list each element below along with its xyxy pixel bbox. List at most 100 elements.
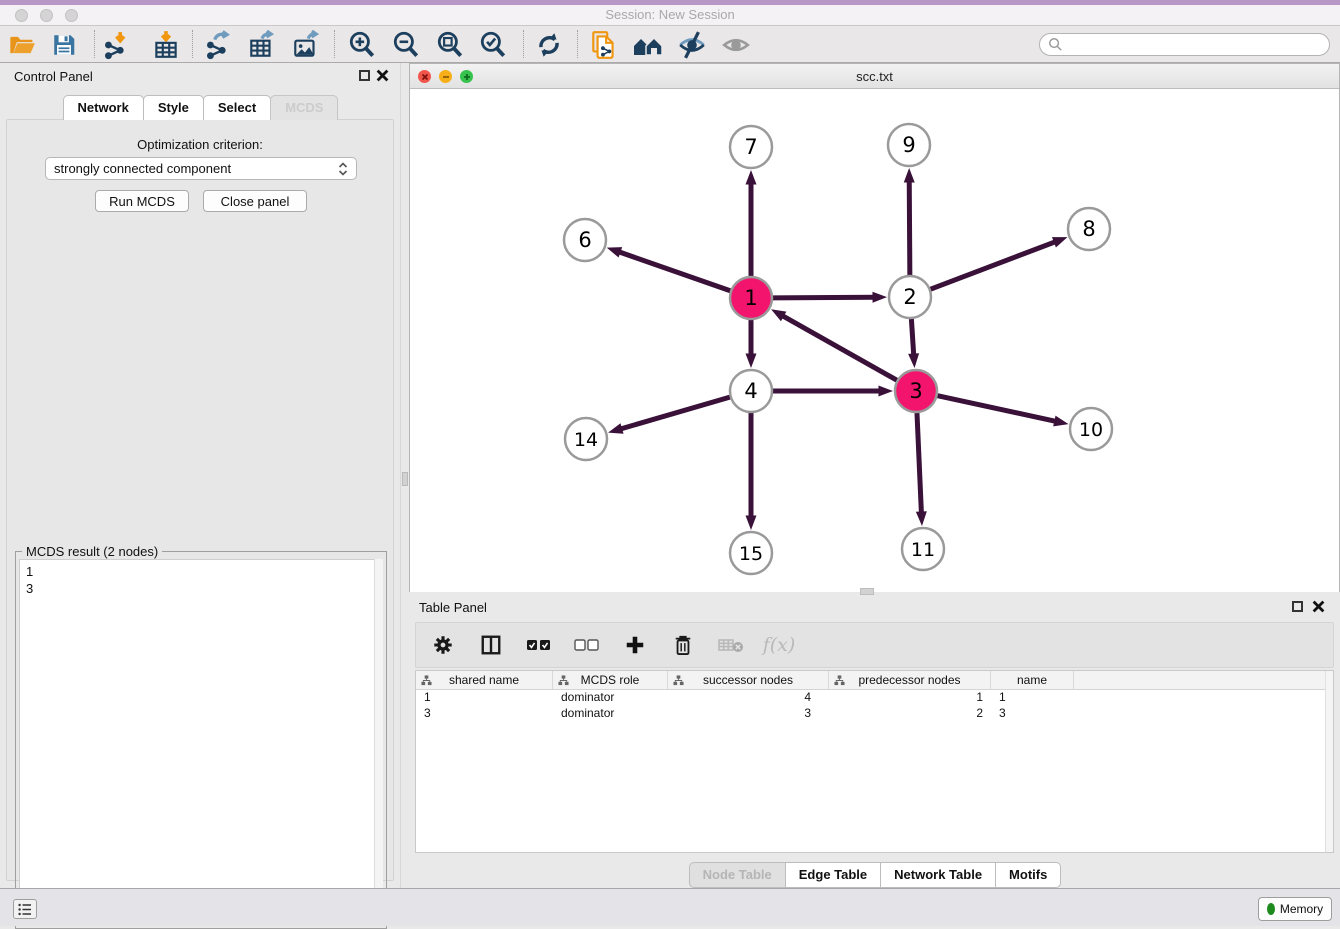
tab-network[interactable]: Network bbox=[63, 95, 144, 120]
graph-node-label: 14 bbox=[574, 429, 598, 451]
tab-mcds[interactable]: MCDS bbox=[270, 95, 338, 120]
zoom-fit-icon[interactable] bbox=[434, 29, 466, 61]
table-row[interactable]: 1dominator411 bbox=[416, 690, 1333, 706]
graph-node-label: 7 bbox=[744, 135, 757, 159]
graph-node-label: 8 bbox=[1082, 217, 1095, 241]
table-cell: 3 bbox=[668, 706, 829, 722]
window-title: Session: New Session bbox=[0, 7, 1340, 22]
graph-edge-2-8[interactable] bbox=[931, 241, 1057, 289]
select-all-columns-icon[interactable] bbox=[526, 632, 552, 658]
add-column-icon[interactable] bbox=[622, 632, 648, 658]
table-cell: 1 bbox=[829, 690, 991, 706]
search-box[interactable] bbox=[1039, 33, 1330, 56]
optimization-criterion-select[interactable]: strongly connected component bbox=[45, 157, 357, 180]
control-panel: Control Panel Network Style Select MCDS … bbox=[0, 63, 400, 888]
graph-edge-1-6[interactable] bbox=[618, 252, 730, 291]
zoom-selected-icon[interactable] bbox=[477, 29, 509, 61]
memory-button[interactable]: Memory bbox=[1258, 897, 1332, 921]
network-view-window: scc.txt 7968124314101511 bbox=[409, 63, 1340, 592]
network-window-title-bar[interactable]: scc.txt bbox=[410, 64, 1339, 89]
delete-column-icon[interactable] bbox=[670, 632, 696, 658]
export-image-icon[interactable] bbox=[290, 29, 322, 61]
import-network-icon[interactable] bbox=[101, 29, 133, 61]
export-network-icon[interactable] bbox=[203, 29, 235, 61]
show-log-console-button[interactable] bbox=[13, 899, 37, 919]
table-panel-title: Table Panel bbox=[419, 600, 487, 615]
table-panel-tabs: Node Table Edge Table Network Table Moti… bbox=[409, 862, 1340, 888]
control-panel-title: Control Panel bbox=[14, 69, 93, 84]
titlebar-accent-strip bbox=[0, 0, 1340, 5]
new-network-from-selection-icon[interactable] bbox=[588, 29, 620, 61]
save-session-icon[interactable] bbox=[48, 29, 80, 61]
hide-graphics-details-icon[interactable] bbox=[676, 29, 708, 61]
close-panel-icon[interactable] bbox=[376, 69, 389, 82]
vertical-splitter[interactable] bbox=[400, 63, 409, 888]
table-row[interactable]: 3dominator323 bbox=[416, 706, 1333, 722]
column-settings-gear-icon[interactable] bbox=[430, 632, 456, 658]
graph-edge-3-10[interactable] bbox=[937, 396, 1056, 422]
graph-edge-1-2[interactable] bbox=[773, 297, 875, 298]
network-canvas[interactable]: 7968124314101511 bbox=[410, 89, 1339, 592]
unselect-all-columns-icon[interactable] bbox=[574, 632, 600, 658]
apply-layout-icon[interactable] bbox=[533, 29, 565, 61]
status-bar: Memory bbox=[0, 888, 1340, 926]
graph-node-label: 6 bbox=[578, 228, 591, 252]
tab-edge-table[interactable]: Edge Table bbox=[785, 862, 881, 888]
search-input[interactable] bbox=[1068, 38, 1329, 52]
zoom-in-icon[interactable] bbox=[346, 29, 378, 61]
tab-network-table[interactable]: Network Table bbox=[880, 862, 996, 888]
column-header-predecessor-nodes[interactable]: predecessor nodes bbox=[829, 671, 991, 689]
table-cell: dominator bbox=[553, 706, 668, 722]
close-panel-button[interactable]: Close panel bbox=[203, 190, 307, 212]
graph-edge-2-9[interactable] bbox=[909, 180, 910, 275]
table-scrollbar[interactable] bbox=[1325, 671, 1333, 852]
graph-edge-arrowhead bbox=[746, 516, 757, 531]
tab-style[interactable]: Style bbox=[143, 95, 204, 120]
column-header-shared-name[interactable]: shared name bbox=[416, 671, 553, 689]
main-toolbar bbox=[0, 26, 1340, 63]
zoom-out-icon[interactable] bbox=[390, 29, 422, 61]
graph-edge-3-11[interactable] bbox=[917, 413, 921, 514]
import-table-icon[interactable] bbox=[150, 29, 182, 61]
graph-edge-arrowhead bbox=[872, 292, 887, 303]
graph-edge-arrowhead bbox=[1052, 232, 1069, 247]
graph-edge-3-1[interactable] bbox=[781, 315, 896, 380]
table-panel-close-icon[interactable] bbox=[1312, 600, 1325, 613]
app-title-bar: Session: New Session bbox=[0, 0, 1340, 26]
open-file-icon[interactable] bbox=[6, 29, 38, 61]
node-table-header: shared name MCDS role successor nodes pr… bbox=[416, 671, 1333, 690]
graph-node-label: 3 bbox=[909, 379, 922, 403]
table-panel-float-icon[interactable] bbox=[1292, 601, 1303, 612]
optimization-criterion-label: Optimization criterion: bbox=[7, 137, 393, 152]
node-table-rows: 1dominator4113dominator323 bbox=[416, 690, 1333, 722]
graph-edge-4-14[interactable] bbox=[620, 397, 730, 429]
tab-motifs[interactable]: Motifs bbox=[995, 862, 1061, 888]
graph-edge-arrowhead bbox=[1053, 416, 1070, 430]
float-panel-icon[interactable] bbox=[359, 70, 370, 81]
table-cell: 4 bbox=[668, 690, 829, 706]
network-window-title: scc.txt bbox=[410, 69, 1339, 84]
show-column-icon[interactable] bbox=[478, 632, 504, 658]
memory-label: Memory bbox=[1280, 902, 1323, 916]
vertical-splitter-handle[interactable] bbox=[402, 472, 408, 486]
first-neighbors-icon[interactable] bbox=[632, 29, 664, 61]
column-header-successor-nodes[interactable]: successor nodes bbox=[668, 671, 829, 689]
mcds-result-scrollbar[interactable] bbox=[374, 559, 383, 925]
mcds-result-textarea[interactable]: 1 3 bbox=[19, 559, 383, 925]
column-header-mcds-role[interactable]: MCDS role bbox=[553, 671, 668, 689]
show-graphics-details-icon bbox=[720, 29, 752, 61]
run-mcds-button[interactable]: Run MCDS bbox=[95, 190, 189, 212]
tab-node-table[interactable]: Node Table bbox=[689, 862, 786, 888]
graph-edge-arrowhead bbox=[746, 170, 757, 185]
graph-node-label: 9 bbox=[902, 133, 915, 157]
table-cell: 1 bbox=[416, 690, 553, 706]
table-toolbar: f(x) bbox=[415, 622, 1334, 668]
column-header-name[interactable]: name bbox=[991, 671, 1074, 689]
delete-table-icon bbox=[718, 632, 744, 658]
tab-select[interactable]: Select bbox=[203, 95, 271, 120]
node-table: shared name MCDS role successor nodes pr… bbox=[415, 670, 1334, 853]
graph-edge-2-3[interactable] bbox=[911, 319, 913, 356]
horizontal-splitter-handle[interactable] bbox=[860, 588, 874, 595]
export-table-icon[interactable] bbox=[246, 29, 278, 61]
control-panel-tabs: Network Style Select MCDS bbox=[0, 95, 400, 120]
